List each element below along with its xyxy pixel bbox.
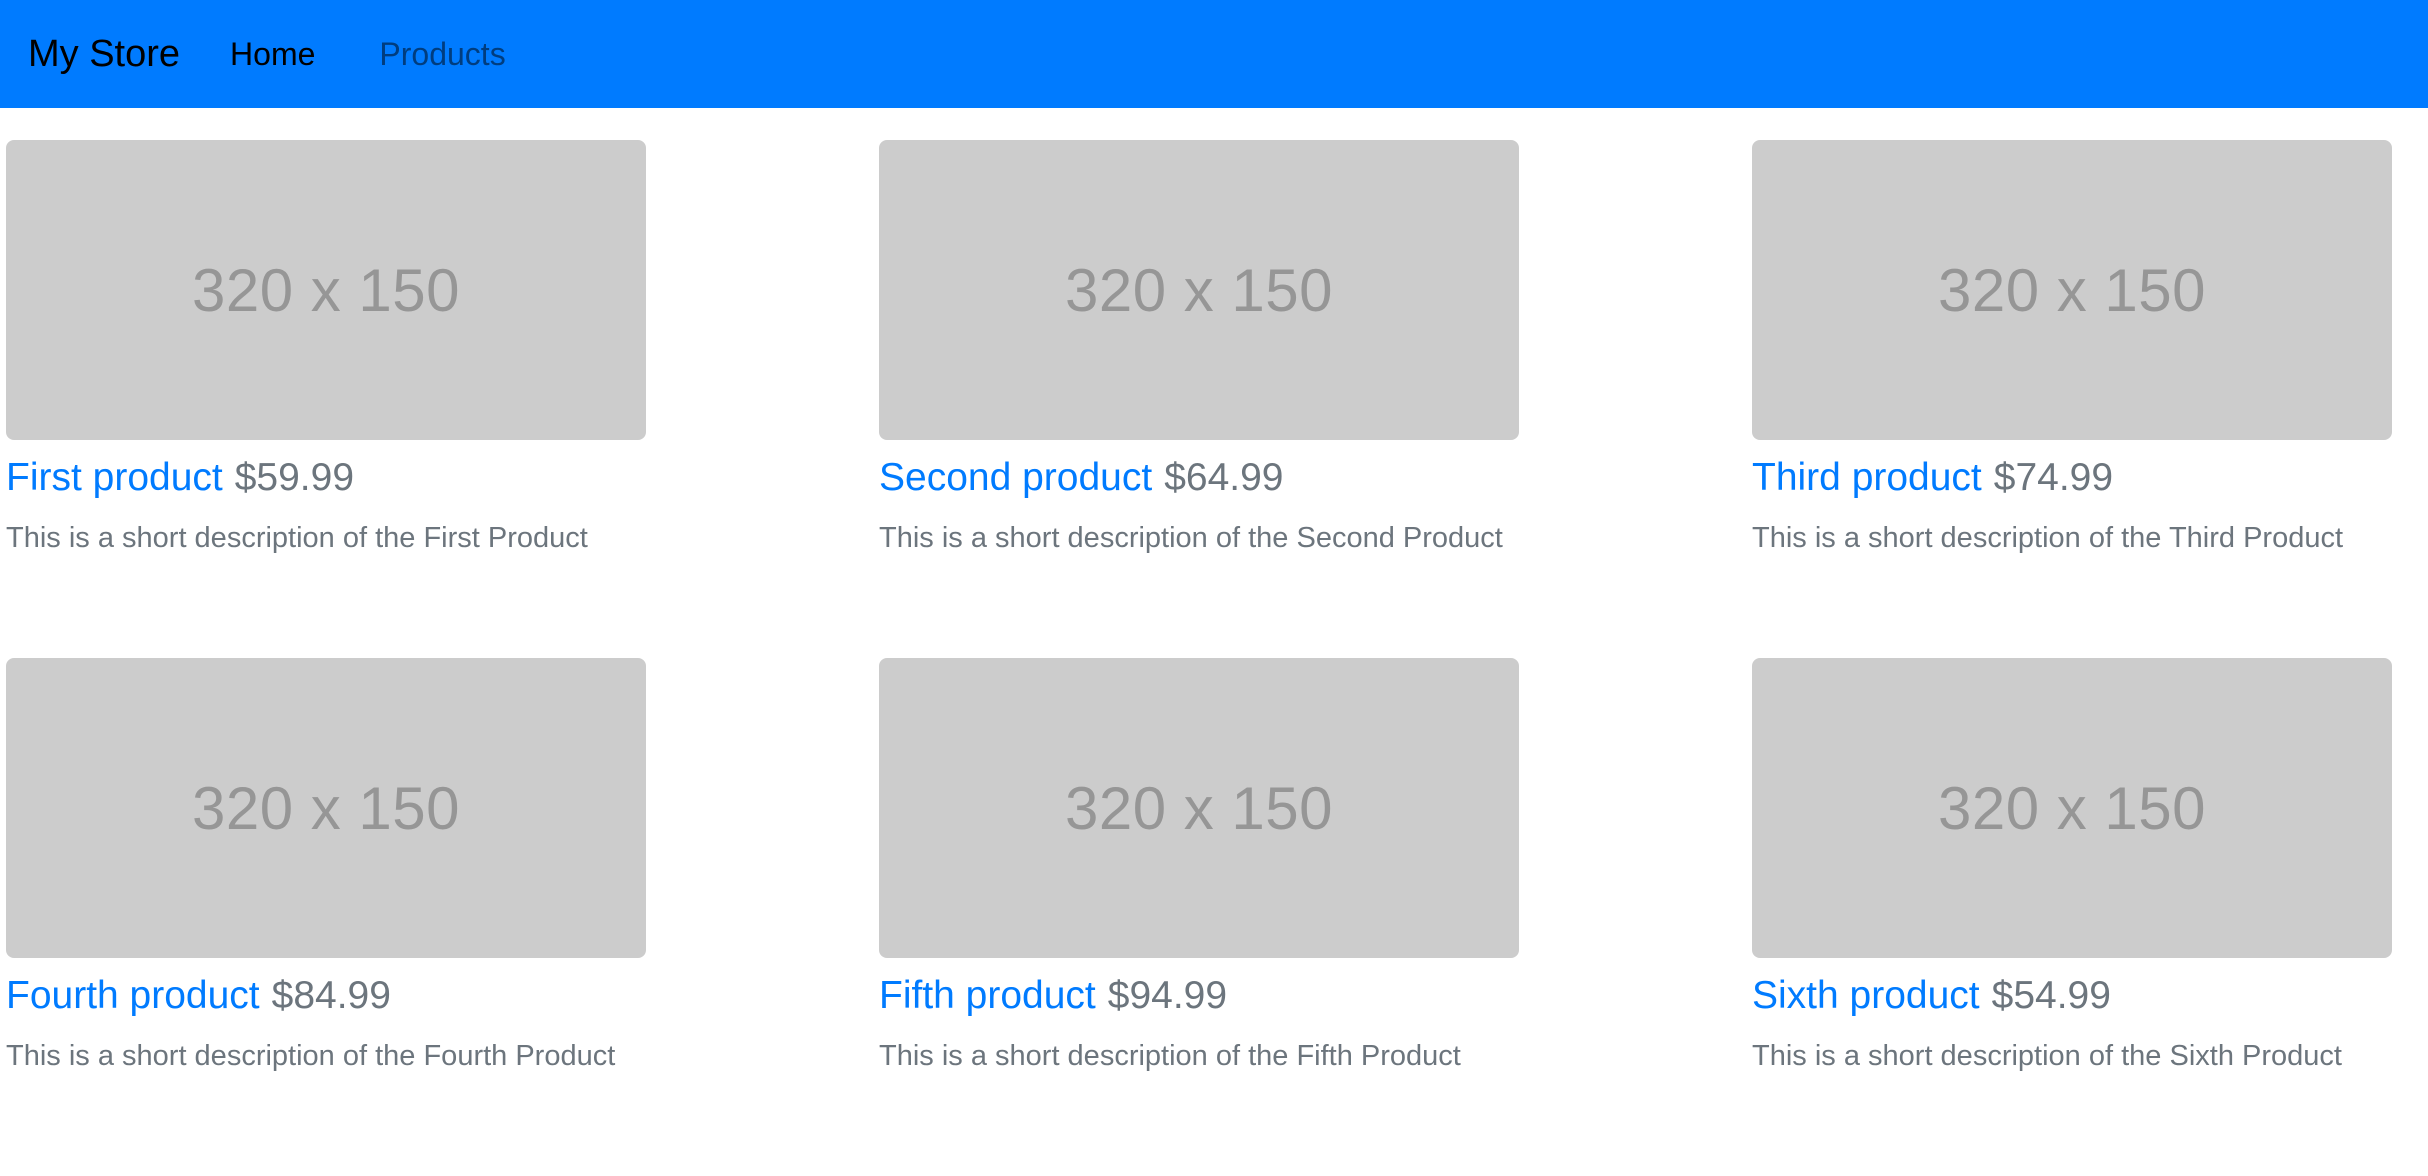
placeholder-label: 320 x 150 [1064, 774, 1334, 842]
product-image-placeholder[interactable]: 320 x 150 [879, 140, 1519, 440]
placeholder-label: 320 x 150 [1937, 774, 2207, 842]
product-image-placeholder[interactable]: 320 x 150 [879, 658, 1519, 958]
product-image-placeholder[interactable]: 320 x 150 [6, 140, 646, 440]
product-description: This is a short description of the Third… [1752, 522, 2344, 554]
nav-link-products[interactable]: Products [379, 36, 505, 73]
product-title-row: Fifth product $94.99 [879, 974, 1519, 1022]
product-price: $84.99 [271, 974, 391, 1017]
product-image-placeholder[interactable]: 320 x 150 [1752, 140, 2392, 440]
product-price: $64.99 [1164, 456, 1284, 499]
product-title-row: Sixth product $54.99 [1752, 974, 2392, 1022]
product-card: 320 x 150 First product $59.99 This is a… [6, 140, 646, 658]
product-description: This is a short description of the First… [6, 522, 588, 554]
nav-link-home[interactable]: Home [230, 36, 315, 73]
product-name-link[interactable]: Third product [1752, 456, 1982, 500]
product-description: This is a short description of the Secon… [879, 522, 1503, 554]
product-card: 320 x 150 Fourth product $84.99 This is … [6, 658, 646, 1176]
product-name-link[interactable]: Sixth product [1752, 974, 1980, 1018]
brand-link[interactable]: My Store [28, 33, 180, 76]
product-title-row: First product $59.99 [6, 456, 646, 504]
placeholder-label: 320 x 150 [191, 774, 461, 842]
product-price: $74.99 [1993, 456, 2114, 499]
product-description: This is a short description of the Fifth… [879, 1040, 1461, 1072]
product-image-placeholder[interactable]: 320 x 150 [1752, 658, 2392, 958]
product-title-row: Second product $64.99 [879, 456, 1519, 504]
product-price: $59.99 [234, 456, 355, 499]
placeholder-label: 320 x 150 [191, 256, 461, 324]
product-description: This is a short description of the Sixth… [1752, 1040, 2342, 1072]
product-title-row: Third product $74.99 [1752, 456, 2392, 504]
product-card: 320 x 150 Sixth product $54.99 This is a… [1752, 658, 2392, 1176]
navbar: My Store Home Products [0, 0, 2428, 108]
product-name-link[interactable]: Fifth product [879, 974, 1096, 1018]
product-price: $54.99 [1991, 974, 2111, 1017]
product-name-link[interactable]: Fourth product [6, 974, 260, 1018]
product-image-placeholder[interactable]: 320 x 150 [6, 658, 646, 958]
product-grid: 320 x 150 First product $59.99 This is a… [6, 140, 2422, 1176]
product-price: $94.99 [1107, 974, 1228, 1017]
placeholder-label: 320 x 150 [1064, 256, 1334, 324]
product-title-row: Fourth product $84.99 [6, 974, 646, 1022]
product-card: 320 x 150 Second product $64.99 This is … [879, 140, 1519, 658]
product-card: 320 x 150 Third product $74.99 This is a… [1752, 140, 2392, 658]
product-name-link[interactable]: First product [6, 456, 223, 500]
placeholder-label: 320 x 150 [1937, 256, 2207, 324]
product-description: This is a short description of the Fourt… [6, 1040, 616, 1072]
product-name-link[interactable]: Second product [879, 456, 1152, 500]
product-card: 320 x 150 Fifth product $94.99 This is a… [879, 658, 1519, 1176]
